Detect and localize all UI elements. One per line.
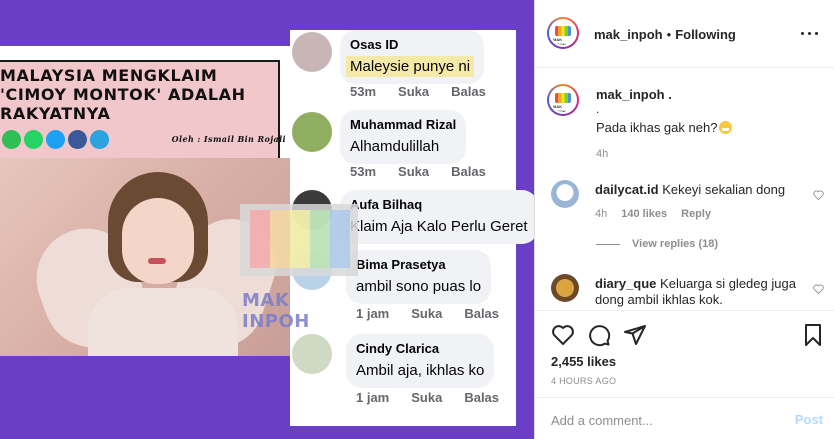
commenter-username[interactable]: dailycat.id xyxy=(595,182,659,197)
comment-bubble: Muhammad Rizal Alhamdulillah xyxy=(340,110,467,164)
like-link: Suka xyxy=(411,306,443,321)
reply-link: Balas xyxy=(451,164,486,179)
separator-dot: • xyxy=(666,27,672,42)
reply-link: Balas xyxy=(464,390,500,405)
caption-dot: . xyxy=(596,102,600,116)
whatsapp-icon xyxy=(24,130,43,149)
watermark-text: MAK INPOH xyxy=(242,290,310,332)
post-side-panel: MAK INPOH mak_inpoh • Following MAK INPOH … xyxy=(534,0,834,439)
comment-time: 53m xyxy=(350,164,377,179)
view-replies-button[interactable]: View replies (18) xyxy=(596,238,718,250)
reply-button[interactable]: Reply xyxy=(681,208,711,220)
headline-box: MALAYSIA MENGKLAIM 'CIMOY MONTOK' ADALAH… xyxy=(0,60,280,172)
comment-meta: 53m Suka Balas xyxy=(350,84,508,99)
grin-emoji-icon xyxy=(719,121,733,134)
headline-line: MALAYSIA MENGKLAIM xyxy=(0,66,218,85)
author-username[interactable]: mak_inpoh xyxy=(594,27,663,42)
like-heart-icon[interactable] xyxy=(551,323,575,347)
commenter-avatar[interactable] xyxy=(551,180,579,208)
post-header: MAK INPOH mak_inpoh • Following xyxy=(535,0,834,68)
comment-bubble: Bima Prasetya ambil sono puas lo xyxy=(346,250,492,304)
likes-count[interactable]: 2,455 likes xyxy=(551,354,616,369)
comment-input[interactable] xyxy=(551,410,771,430)
reply-link: Balas xyxy=(464,306,500,321)
comment-bubble: Cindy Clarica Ambil aja, ikhlas ko xyxy=(346,334,495,388)
share-icons-row: Oleh : Ismail Bin Rojali xyxy=(0,130,290,152)
author-line: mak_inpoh • Following xyxy=(594,27,736,42)
comment-text: Ambil aja, ikhlas ko xyxy=(356,362,485,379)
commenter-username[interactable]: diary_que xyxy=(595,276,656,291)
avatar xyxy=(292,32,332,72)
comment-meta: 1 jam Suka Balas xyxy=(356,306,521,321)
comment-bubble-icon[interactable] xyxy=(587,323,611,347)
commenter-name: Osas ID xyxy=(350,37,399,52)
post-media[interactable]: MALAYSIA MENGKLAIM 'CIMOY MONTOK' ADALAH… xyxy=(0,0,534,439)
add-comment-bar: Post xyxy=(535,397,834,439)
comment-time: 53m xyxy=(350,84,377,99)
share-paper-plane-icon[interactable] xyxy=(623,323,647,347)
comment-likes[interactable]: 140 likes xyxy=(621,208,667,220)
byline: Oleh : Ismail Bin Rojali xyxy=(171,134,286,144)
headline-line: 'CIMOY MONTOK' ADALAH xyxy=(0,85,246,104)
author-avatar[interactable]: MAK INPOH xyxy=(547,17,579,49)
more-options-icon[interactable] xyxy=(801,32,819,36)
comment-meta: 4h 140 likes Reply xyxy=(595,208,725,220)
comment-text: Klaim Aja Kalo Perlu Geret xyxy=(350,218,528,235)
comment-text: Maleysie punye ni xyxy=(346,56,475,77)
like-link: Suka xyxy=(411,390,443,405)
caption-avatar[interactable]: MAK INPOH xyxy=(547,84,579,116)
heart-icon[interactable] xyxy=(813,190,824,200)
post-timestamp: 4 HOURS AGO xyxy=(551,376,617,386)
commenter-name: Aufa Bilhaq xyxy=(350,197,423,212)
headline-line: RAKYATNYA xyxy=(0,104,111,123)
commenter-name: Cindy Clarica xyxy=(356,341,440,356)
like-link: Suka xyxy=(398,84,430,99)
comment-text: ambil sono puas lo xyxy=(356,278,482,295)
comment-bubble: Aufa Bilhaq Klaim Aja Kalo Perlu Geret xyxy=(340,190,534,244)
heart-icon[interactable] xyxy=(813,284,824,294)
bookmark-icon[interactable] xyxy=(801,323,825,347)
line-icon xyxy=(2,130,21,149)
comment-text: dailycat.id Kekeyi sekalian dong xyxy=(595,182,786,197)
comment-bubble: Osas ID Maleysie punye ni xyxy=(340,30,485,84)
commenter-name: Muhammad Rizal xyxy=(350,117,457,132)
avatar xyxy=(292,112,332,152)
comment-meta: 53m Suka Balas xyxy=(350,164,508,179)
comment-time: 1 jam xyxy=(356,306,390,321)
comment-text: diary_que Keluarga si gledeg juga dong a… xyxy=(595,276,796,307)
avatar-label: MAK INPOH xyxy=(553,104,566,114)
caption-text: Pada ikhas gak neh? xyxy=(596,120,733,135)
commenter-name: Bima Prasetya xyxy=(356,257,446,272)
watermark-logo: MAK INPOH xyxy=(240,204,358,332)
avatar-label: MAK INPOH xyxy=(553,37,566,47)
comment-text: Alhamdulillah xyxy=(350,138,440,155)
avatar xyxy=(292,334,332,374)
reply-link: Balas xyxy=(451,84,486,99)
following-button[interactable]: Following xyxy=(675,27,736,42)
comment-time: 4h xyxy=(595,208,608,220)
facebook-icon xyxy=(68,130,87,149)
telegram-icon xyxy=(90,130,109,149)
caption-username[interactable]: mak_inpoh . xyxy=(596,87,672,102)
like-link: Suka xyxy=(398,164,430,179)
comment-time: 1 jam xyxy=(356,390,390,405)
caption-time: 4h xyxy=(596,148,609,160)
twitter-icon xyxy=(46,130,65,149)
comment-meta: 1 jam Suka Balas xyxy=(356,390,521,405)
commenter-avatar[interactable] xyxy=(551,274,579,302)
post-comment-button[interactable]: Post xyxy=(795,412,823,427)
